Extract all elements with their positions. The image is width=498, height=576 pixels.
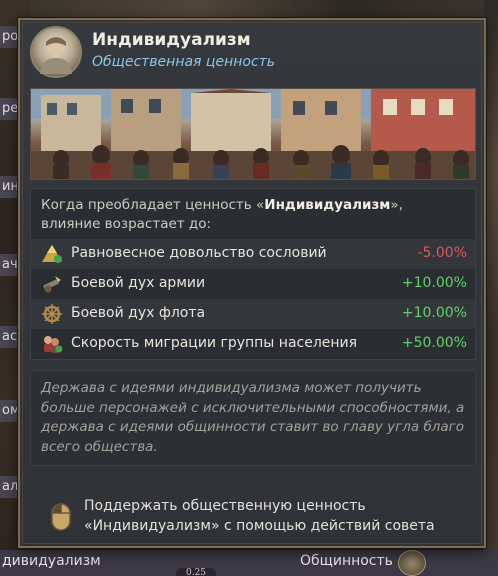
effect-row: Скорость миграции группы населения +50.0… xyxy=(31,329,475,359)
cannon-icon xyxy=(43,276,61,293)
individualism-tab[interactable]: дивидуализм xyxy=(0,550,120,572)
council-action-hint: Поддержать общественную ценность «Индиви… xyxy=(50,496,470,542)
effect-value: +50.00% xyxy=(401,335,467,351)
effect-row: Боевой дух флота +10.00% xyxy=(31,299,475,329)
communalism-icon[interactable] xyxy=(398,550,426,576)
flavor-description: Держава с идеями индивидуализма может по… xyxy=(30,370,476,466)
effect-label: Скорость миграции группы населения xyxy=(71,335,358,351)
effect-row: Равновесное довольство сословий -5.00% xyxy=(31,239,475,269)
value-badge: 0.25 xyxy=(176,568,216,576)
effects-intro: Когда преобладает ценность «Индивидуализ… xyxy=(41,197,403,232)
effect-row: Боевой дух армии +10.00% xyxy=(31,269,475,299)
migration-icon xyxy=(44,336,63,353)
effect-value: -5.00% xyxy=(417,245,467,261)
tooltip-title: Индивидуализм xyxy=(92,30,251,50)
effect-label: Равновесное довольство сословий xyxy=(71,245,327,261)
action-value: Индивидуализм xyxy=(92,518,211,534)
background-right-panel xyxy=(484,0,498,576)
societal-value-tooltip: Индивидуализм Общественная ценность Когд… xyxy=(18,18,486,548)
ship-wheel-icon xyxy=(42,304,62,324)
effect-label: Боевой дух армии xyxy=(71,275,206,291)
effect-value: +10.00% xyxy=(401,275,467,291)
action-text: Поддержать общественную ценность «Индиви… xyxy=(84,498,435,534)
tooltip-header: Индивидуализм Общественная ценность xyxy=(30,26,470,84)
background-bottom-bar: дивидуализм 0.25 Общинность xyxy=(0,550,498,576)
mouse-icon xyxy=(51,503,71,531)
effect-value: +10.00% xyxy=(401,305,467,321)
effect-label: Боевой дух флота xyxy=(71,305,206,321)
effects-panel: Когда преобладает ценность «Индивидуализ… xyxy=(30,188,476,360)
communalism-tab[interactable]: Общинность xyxy=(300,550,400,572)
illustration-image xyxy=(30,88,476,180)
value-name: Индивидуализм xyxy=(264,197,391,213)
estate-pyramid-icon xyxy=(42,245,62,263)
tooltip-subtitle: Общественная ценность xyxy=(92,54,276,70)
portrait-icon xyxy=(30,26,82,78)
